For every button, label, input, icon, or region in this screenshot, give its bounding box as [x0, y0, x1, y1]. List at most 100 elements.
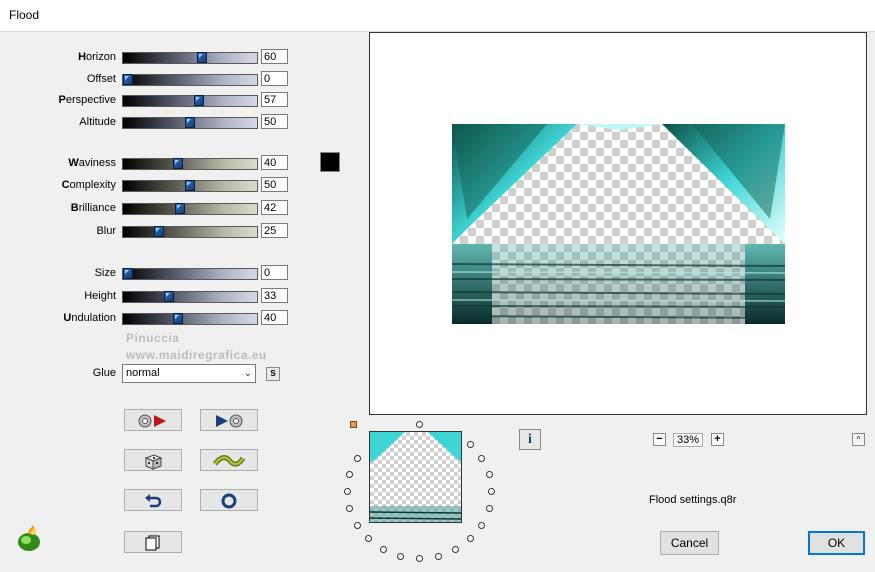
hotkey-brilliance: B: [70, 202, 79, 214]
info-button[interactable]: i: [519, 429, 541, 450]
slider-thumb-offset[interactable]: [123, 74, 133, 85]
dial-dot[interactable]: [416, 421, 423, 428]
value-field-height[interactable]: 33: [261, 288, 288, 303]
value-field-complexity[interactable]: 50: [261, 177, 288, 192]
slider-blur[interactable]: [122, 226, 258, 238]
value-field-perspective[interactable]: 57: [261, 92, 288, 107]
slider-thumb-blur[interactable]: [154, 226, 164, 237]
label-rest-perspective: erspective: [65, 94, 116, 106]
slider-complexity[interactable]: [122, 180, 258, 192]
dial-dot[interactable]: [365, 535, 372, 542]
reset-forward-icon: [138, 414, 166, 428]
glue-s-button[interactable]: S: [266, 367, 280, 381]
slider-altitude[interactable]: [122, 117, 258, 129]
glue-label: Glue: [92, 367, 116, 379]
slider-thumb-horizon[interactable]: [197, 52, 207, 63]
dial-dot[interactable]: [452, 546, 459, 553]
cancel-button[interactable]: Cancel: [660, 531, 719, 555]
value-field-horizon[interactable]: 60: [261, 49, 288, 64]
copy-button[interactable]: [124, 531, 182, 553]
navigator-thumbnail[interactable]: [369, 431, 462, 523]
label-size: Size: [94, 267, 116, 279]
reset-forward-button[interactable]: [124, 409, 182, 431]
preview-image: [452, 124, 785, 324]
slider-thumb-size[interactable]: [123, 268, 133, 279]
slider-offset[interactable]: [122, 74, 258, 86]
glue-select[interactable]: normal ⌄: [122, 364, 256, 383]
value-field-waviness[interactable]: 40: [261, 155, 288, 170]
dial-dot[interactable]: [478, 522, 485, 529]
navigator-square-handle[interactable]: [350, 421, 357, 428]
dice-icon: [144, 454, 163, 470]
dial-dot[interactable]: [380, 546, 387, 553]
label-perspective: Perspective: [6, 94, 116, 106]
settings-file-label: Flood settings.q8r: [649, 494, 737, 506]
hotkey-complexity: C: [61, 179, 70, 191]
slider-perspective[interactable]: [122, 95, 258, 107]
circle-button[interactable]: [200, 489, 258, 511]
dial-dot[interactable]: [397, 553, 404, 560]
random-button[interactable]: [124, 449, 182, 471]
dial-dot[interactable]: [354, 455, 361, 462]
dial-dot[interactable]: [488, 488, 495, 495]
glue-value: normal: [126, 367, 160, 379]
label-rest-undulation: ndulation: [71, 312, 116, 324]
color-swatch[interactable]: [320, 152, 340, 172]
play-reset-icon: [216, 414, 243, 428]
label-rest-waviness: aviness: [78, 157, 116, 169]
zoom-in-button[interactable]: +: [711, 433, 724, 446]
dial-dot[interactable]: [486, 505, 493, 512]
flaming-pear-logo-icon: [15, 525, 45, 553]
slider-horizon[interactable]: [122, 52, 258, 64]
label-height: Height: [84, 290, 116, 302]
dial-dot[interactable]: [435, 553, 442, 560]
label-blur: Blur: [96, 225, 116, 237]
dial-dot[interactable]: [416, 555, 423, 562]
label-complexity: Complexity: [6, 179, 116, 191]
dial-dot[interactable]: [486, 471, 493, 478]
slider-thumb-height[interactable]: [164, 291, 174, 302]
value-field-altitude[interactable]: 50: [261, 114, 288, 129]
dial-dot[interactable]: [467, 535, 474, 542]
undo-button[interactable]: [124, 489, 182, 511]
dial-dot[interactable]: [478, 455, 485, 462]
dial-dot[interactable]: [467, 441, 474, 448]
chevron-down-icon: ⌄: [243, 368, 252, 379]
slider-undulation[interactable]: [122, 313, 258, 325]
slider-height[interactable]: [122, 291, 258, 303]
label-brilliance: Brilliance: [6, 202, 116, 214]
ok-button[interactable]: OK: [808, 531, 865, 555]
label-waviness: Waviness: [6, 157, 116, 169]
value-field-blur[interactable]: 25: [261, 223, 288, 238]
label-horizon: Horizon: [6, 51, 116, 63]
label-offset: Offset: [86, 73, 116, 85]
value-field-undulation[interactable]: 40: [261, 310, 288, 325]
slider-thumb-undulation[interactable]: [173, 313, 183, 324]
slider-thumb-altitude[interactable]: [185, 117, 195, 128]
zoom-out-button[interactable]: −: [653, 433, 666, 446]
dial-dot[interactable]: [346, 505, 353, 512]
dial-dot[interactable]: [344, 488, 351, 495]
slider-brilliance[interactable]: [122, 203, 258, 215]
wave-button[interactable]: [200, 449, 258, 471]
label-rest-brilliance: rilliance: [78, 202, 116, 214]
value-field-offset[interactable]: 0: [261, 71, 288, 86]
slider-thumb-brilliance[interactable]: [175, 203, 185, 214]
slider-thumb-waviness[interactable]: [173, 158, 183, 169]
dial-dot[interactable]: [346, 471, 353, 478]
slider-thumb-complexity[interactable]: [185, 180, 195, 191]
value-field-size[interactable]: 0: [261, 265, 288, 280]
copy-icon: [145, 535, 160, 551]
window-title: Flood: [9, 8, 40, 22]
slider-size[interactable]: [122, 268, 258, 280]
slider-waviness[interactable]: [122, 158, 258, 170]
dial-dot[interactable]: [354, 522, 361, 529]
label-altitude: Altitude: [79, 116, 116, 128]
watermark: Pinuccia www.maidiregrafica.eu: [126, 330, 267, 364]
slider-thumb-perspective[interactable]: [194, 95, 204, 106]
expand-up-button[interactable]: ^: [852, 433, 865, 446]
label-rest-horizon: orizon: [86, 51, 116, 63]
value-field-brilliance[interactable]: 42: [261, 200, 288, 215]
wave-icon: [213, 455, 246, 467]
play-reset-button[interactable]: [200, 409, 258, 431]
